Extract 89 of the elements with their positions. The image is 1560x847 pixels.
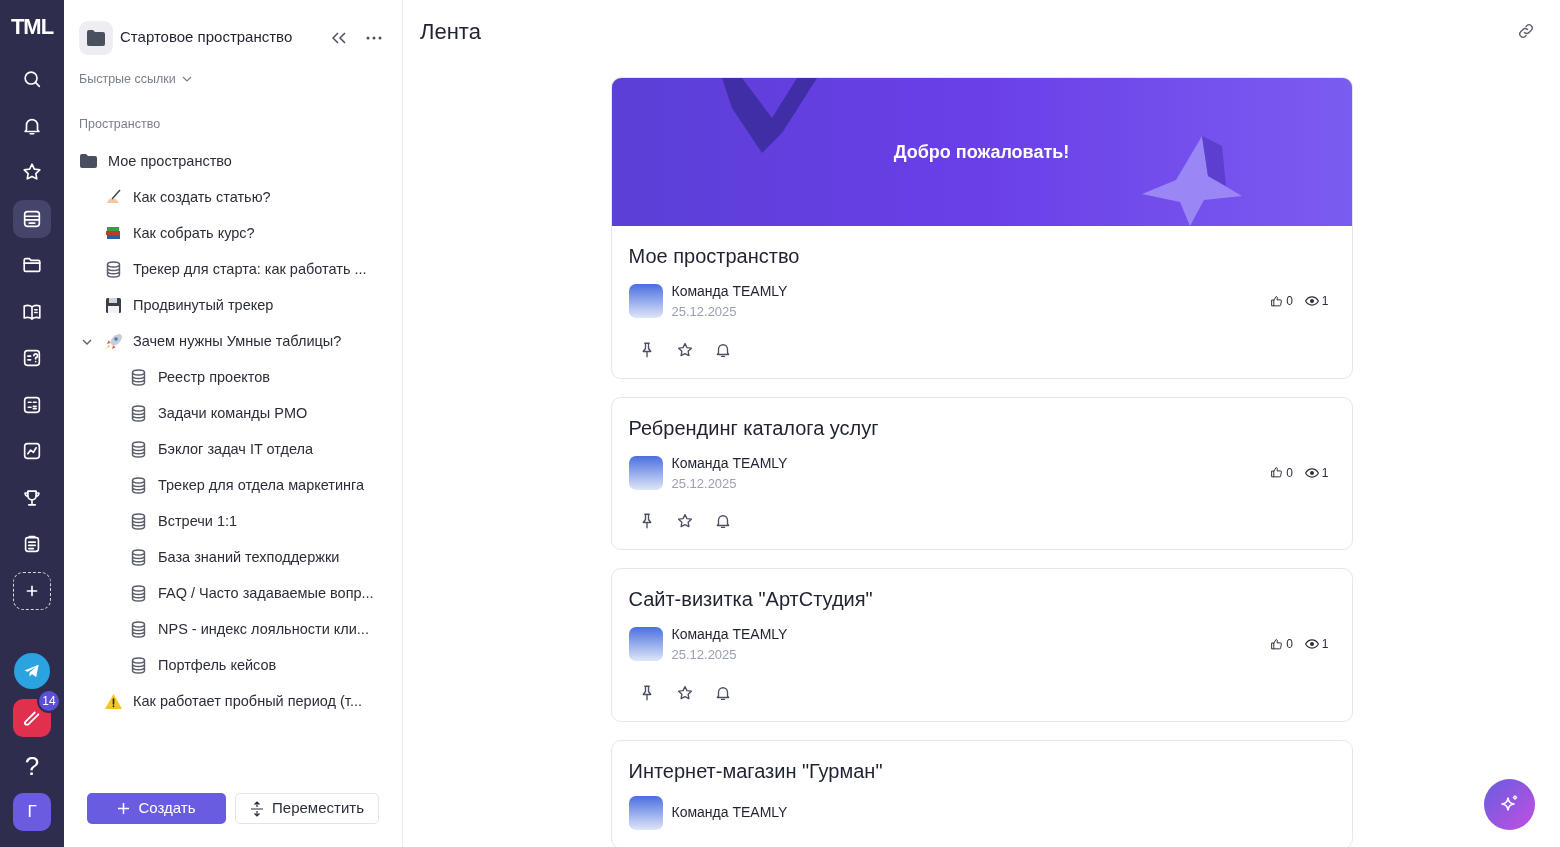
author-name: Команда TEAMLY [671, 803, 789, 822]
likes-count: 0 [1286, 464, 1293, 482]
tree-item[interactable]: Как работает пробный период (т... [133, 690, 362, 713]
chevron-down-icon [82, 338, 92, 345]
thumbs-up-icon [1270, 294, 1284, 308]
tree-item[interactable]: Встречи 1:1 [158, 510, 238, 533]
rocket-icon [104, 332, 123, 351]
ai-assistant-button[interactable] [1484, 779, 1535, 830]
tree-item[interactable]: Трекер для старта: как работать ... [133, 258, 367, 281]
author-name: Команда TEAMLY [671, 625, 789, 644]
likes-count: 0 [1286, 636, 1293, 654]
tree-item[interactable]: База знаний техподдержки [158, 546, 340, 569]
tree-item[interactable]: Мое пространство [108, 150, 232, 173]
tree-item[interactable]: Задачи команды PMO [158, 402, 308, 425]
tree-item[interactable]: Зачем нужны Умные таблицы? [133, 330, 342, 353]
author-avatar [628, 627, 663, 662]
user-avatar[interactable]: Г [13, 793, 51, 831]
space-title: Стартовое пространство [120, 27, 294, 48]
database-icon [129, 584, 148, 603]
space-icon [79, 20, 113, 55]
notification-badge: 14 [37, 689, 61, 713]
tree-item[interactable]: NPS - индекс лояльности кли... [158, 618, 369, 641]
chart-icon [21, 440, 43, 462]
author-name: Команда TEAMLY [671, 453, 789, 473]
eye-icon [1304, 466, 1319, 479]
more-button[interactable] [366, 35, 382, 40]
star-icon [675, 340, 694, 359]
database-icon [129, 368, 148, 387]
database-icon [104, 260, 123, 279]
add-button[interactable] [13, 571, 51, 610]
more-icon [366, 35, 382, 40]
warning-icon [104, 692, 123, 711]
database-icon [129, 548, 148, 567]
tree-item[interactable]: Трекер для отдела маркетинга [158, 474, 365, 497]
telegram-button[interactable] [14, 653, 50, 689]
author-avatar [628, 284, 663, 319]
tree-item[interactable]: Портфель кейсов [158, 654, 277, 677]
thumbs-up-icon [1270, 466, 1284, 480]
star-icon [21, 161, 43, 183]
expand-toggle[interactable] [80, 338, 94, 345]
database-icon [129, 440, 148, 459]
post-date: 25.12.2025 [671, 474, 738, 493]
section-label: Пространство [78, 115, 162, 133]
post-date: 25.12.2025 [671, 646, 738, 664]
database-icon [129, 512, 148, 531]
tree-item[interactable]: Реестр проектов [158, 366, 270, 389]
likes-count: 0 [1286, 293, 1293, 311]
double-chevron-left-icon [332, 31, 346, 44]
views-count: 1 [1321, 464, 1329, 482]
page-title: Лента [420, 17, 481, 46]
banner-title: Добро пожаловать! [893, 140, 1070, 164]
eye-icon [1304, 295, 1319, 308]
create-button[interactable]: Создать [87, 793, 226, 824]
database-icon [129, 476, 148, 495]
post-title[interactable]: Сайт-визитка "АртСтудия" [628, 584, 1335, 614]
post-title[interactable]: Интернет-магазин "Гурман" [628, 755, 1335, 786]
tree-item[interactable]: FAQ / Часто задаваемые вопр... [158, 582, 374, 605]
move-arrows-icon [250, 800, 265, 817]
views-count: 1 [1321, 636, 1329, 654]
logo: TML [10, 16, 54, 38]
help-button[interactable]: ? [24, 747, 40, 785]
star-icon [675, 683, 694, 702]
move-button[interactable]: Переместить [235, 793, 379, 824]
plus-icon [117, 802, 131, 815]
feed-button[interactable] [13, 199, 51, 238]
database-icon [129, 404, 148, 423]
views-count: 1 [1321, 293, 1329, 311]
chevron-down-icon [181, 76, 192, 83]
post-title[interactable]: Мое пространство [628, 241, 1335, 271]
tree-item[interactable]: Продвинутый трекер [133, 294, 274, 317]
search-icon [21, 68, 43, 90]
author-avatar [628, 455, 663, 490]
star-icon [675, 512, 694, 530]
eye-icon [1304, 638, 1319, 651]
thumbs-up-icon [1270, 637, 1284, 651]
folder-icon [79, 152, 98, 171]
author-avatar [628, 795, 663, 830]
quiz-icon [21, 347, 43, 369]
collapse-button[interactable] [332, 31, 346, 44]
tree-item[interactable]: Бэклог задач IT отдела [158, 438, 314, 461]
database-icon [129, 620, 148, 639]
post-date: 25.12.2025 [671, 303, 738, 321]
tree-item[interactable]: Как создать статью? [133, 186, 271, 209]
database-icon [129, 656, 148, 675]
post-title[interactable]: Ребрендинг каталога услуг [628, 412, 1335, 443]
quick-links-toggle[interactable]: Быстрые ссылки [64, 70, 207, 89]
author-name: Команда TEAMLY [671, 282, 789, 301]
tree-item[interactable]: Как собрать курс? [133, 222, 255, 245]
link-icon[interactable] [1517, 22, 1535, 40]
